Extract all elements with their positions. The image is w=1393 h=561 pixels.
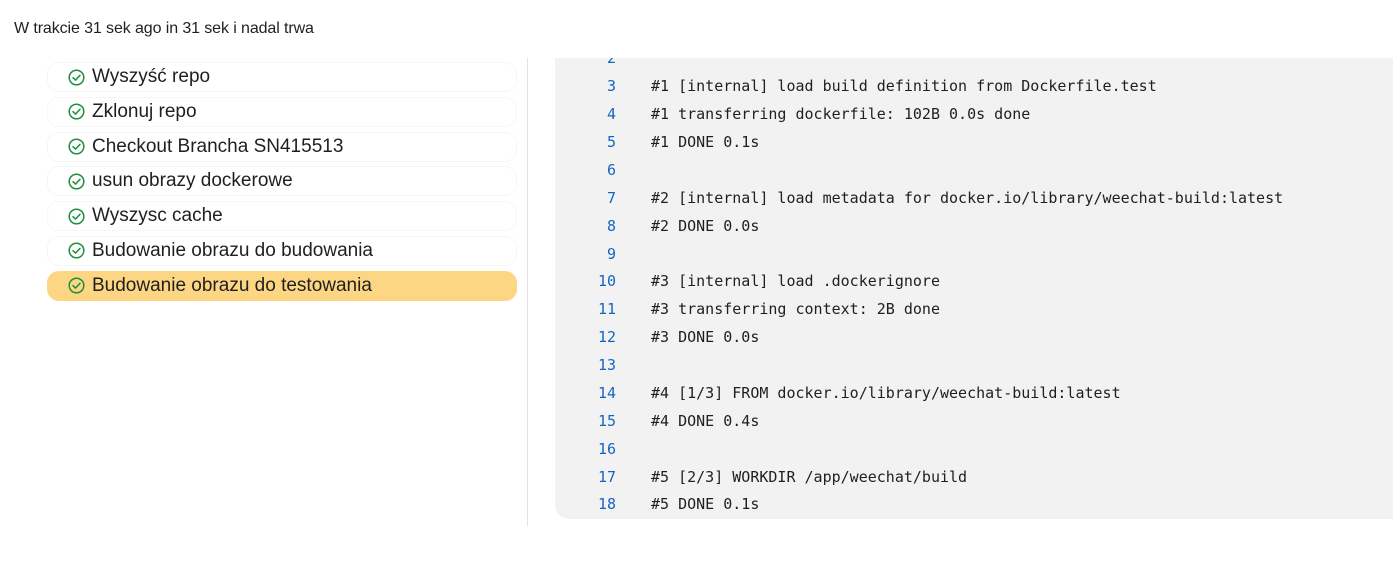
steps-list: Wyszyść repo Zklonuj repo Checkout Branc… [47,62,517,306]
step-item[interactable]: Wyszyść repo [47,62,517,92]
line-number[interactable]: 3 [555,77,616,95]
check-circle-icon [68,277,85,294]
log-line: 2 [555,58,1393,72]
log-text: #3 DONE 0.0s [651,328,760,346]
step-item[interactable]: Zklonuj repo [47,96,517,127]
line-number[interactable]: 14 [555,384,616,402]
step-label: Wyszysc cache [92,205,223,227]
check-circle-icon [68,103,85,120]
build-status-line: W trakcie 31 sek ago in 31 sek i nadal t… [14,20,314,37]
step-item[interactable]: Wyszysc cache [47,201,517,232]
log-line: 6 [555,156,1393,184]
log-text: #3 [internal] load .dockerignore [651,272,940,290]
check-circle-icon [68,173,85,190]
log-line: 8 #2 DONE 0.0s [555,212,1393,240]
line-number[interactable]: 11 [555,300,616,318]
line-number[interactable]: 9 [555,245,616,263]
line-number[interactable]: 5 [555,133,616,151]
log-line: 11 #3 transferring context: 2B done [555,295,1393,323]
log-line: 13 [555,351,1393,379]
log-line: 18 #5 DONE 0.1s [555,490,1393,518]
log-line: 12 #3 DONE 0.0s [555,323,1393,351]
log-text: #1 transferring dockerfile: 102B 0.0s do… [651,105,1031,123]
log-text: #5 DONE 0.1s [651,495,760,513]
check-circle-icon [68,208,85,225]
log-text: #3 transferring context: 2B done [651,300,940,318]
step-item[interactable]: usun obrazy dockerowe [47,166,517,197]
step-label: Checkout Brancha SN415513 [92,135,344,157]
log-line: 10 #3 [internal] load .dockerignore [555,267,1393,295]
line-number[interactable]: 4 [555,105,616,123]
log-text: #4 DONE 0.4s [651,412,760,430]
step-label: Budowanie obrazu do testowania [92,274,372,296]
step-label: Wyszyść repo [92,66,211,87]
log-line: 5 #1 DONE 0.1s [555,128,1393,156]
log-line: 7 #2 [internal] load metadata for docker.… [555,184,1393,212]
check-circle-icon [68,68,85,86]
log-line: 14 #4 [1/3] FROM docker.io/library/weecha… [555,379,1393,407]
log-text: #1 DONE 0.1s [651,133,760,151]
line-number[interactable]: 12 [555,328,616,346]
panel-divider [527,58,528,526]
log-text: #5 [2/3] WORKDIR /app/weechat/build [651,468,968,486]
log-line: 9 [555,240,1393,268]
log-text: #4 [1/3] FROM docker.io/library/weechat-… [651,384,1121,402]
log-text: #2 [internal] load metadata for docker.i… [651,189,1284,207]
check-circle-icon [68,242,85,260]
step-item[interactable]: Budowanie obrazu do budowania [47,235,517,266]
log-line: 3 #1 [internal] load build definition fro… [555,72,1393,100]
log-text: #2 DONE 0.0s [651,217,760,235]
step-label: usun obrazy dockerowe [92,170,293,192]
step-item[interactable]: Checkout Brancha SN415513 [47,131,517,162]
line-number[interactable]: 10 [555,272,616,290]
log-line: 15 #4 DONE 0.4s [555,407,1393,435]
line-number[interactable]: 13 [555,356,616,374]
line-number[interactable]: 16 [555,440,616,458]
log-line: 16 [555,435,1393,463]
console-output: 2 3 #1 [internal] load build definition f… [555,58,1393,519]
log-line: 17 #5 [2/3] WORKDIR /app/weechat/build [555,463,1393,491]
step-label: Budowanie obrazu do budowania [92,239,373,261]
line-number[interactable]: 15 [555,412,616,430]
log-text: #1 [internal] load build definition from… [651,77,1157,95]
log-line: 4 #1 transferring dockerfile: 102B 0.0s d… [555,100,1393,128]
step-item-selected[interactable]: Budowanie obrazu do testowania [47,270,517,301]
line-number[interactable]: 17 [555,468,616,486]
line-number[interactable]: 18 [555,495,616,513]
check-circle-icon [68,138,85,155]
line-number[interactable]: 6 [555,161,616,179]
line-number[interactable]: 8 [555,217,616,235]
line-number[interactable]: 2 [555,58,616,67]
line-number[interactable]: 7 [555,189,616,207]
step-label: Zklonuj repo [92,100,197,122]
